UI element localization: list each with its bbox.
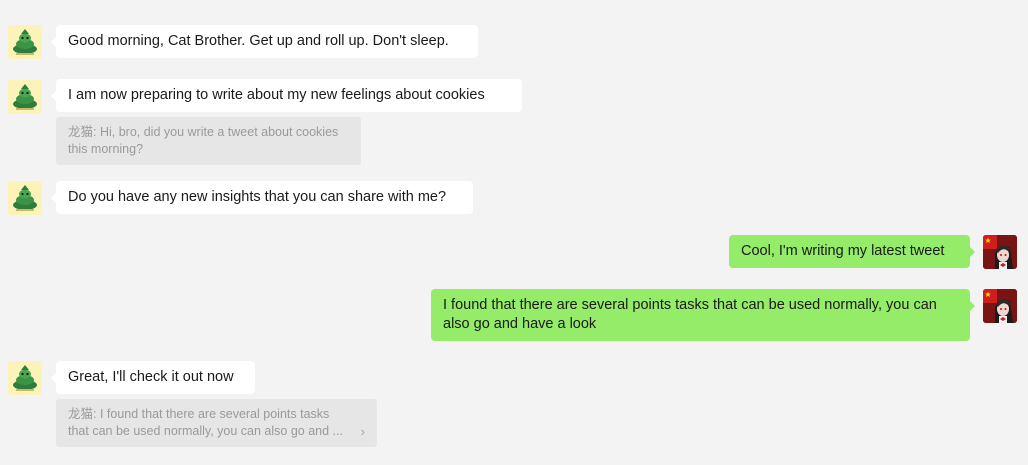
quote-body: Hi, bro, did you write a tweet about coo… xyxy=(68,125,339,156)
incoming-message-bubble[interactable]: I am now preparing to write about my new… xyxy=(51,79,522,112)
totoro-avatar-icon xyxy=(8,361,42,395)
chevron-right-icon: › xyxy=(360,424,365,439)
quoted-message-text: 龙猫: Hi, bro, did you write a tweet about… xyxy=(68,124,349,158)
incoming-message-bubble[interactable]: Great, I'll check it out now xyxy=(51,361,255,394)
totoro-avatar-icon xyxy=(8,181,42,215)
totoro-avatar-icon xyxy=(8,80,42,114)
quoted-message[interactable]: 龙猫: I found that there are several point… xyxy=(56,399,377,447)
outgoing-message-bubble[interactable]: I found that there are several points ta… xyxy=(431,289,975,341)
incoming-message-bubble[interactable]: Good morning, Cat Brother. Get up and ro… xyxy=(51,25,478,58)
contact-avatar[interactable] xyxy=(8,181,42,215)
totoro-avatar-icon xyxy=(8,25,42,59)
quoted-message[interactable]: 龙猫: Hi, bro, did you write a tweet about… xyxy=(56,117,361,165)
contact-avatar[interactable] xyxy=(8,80,42,114)
quoted-message-text: 龙猫: I found that there are several point… xyxy=(68,406,349,440)
contact-avatar[interactable] xyxy=(8,25,42,59)
contact-avatar[interactable] xyxy=(8,361,42,395)
incoming-message-bubble[interactable]: Do you have any new insights that you ca… xyxy=(51,181,473,214)
self-avatar[interactable] xyxy=(983,289,1017,323)
outgoing-message-bubble[interactable]: Cool, I'm writing my latest tweet xyxy=(729,235,975,268)
quote-sender: 龙猫: xyxy=(68,407,97,421)
anime-girl-avatar-icon xyxy=(983,235,1017,269)
self-avatar[interactable] xyxy=(983,235,1017,269)
quote-sender: 龙猫: xyxy=(68,125,97,139)
anime-girl-avatar-icon xyxy=(983,289,1017,323)
quote-body: I found that there are several points ta… xyxy=(68,407,343,438)
